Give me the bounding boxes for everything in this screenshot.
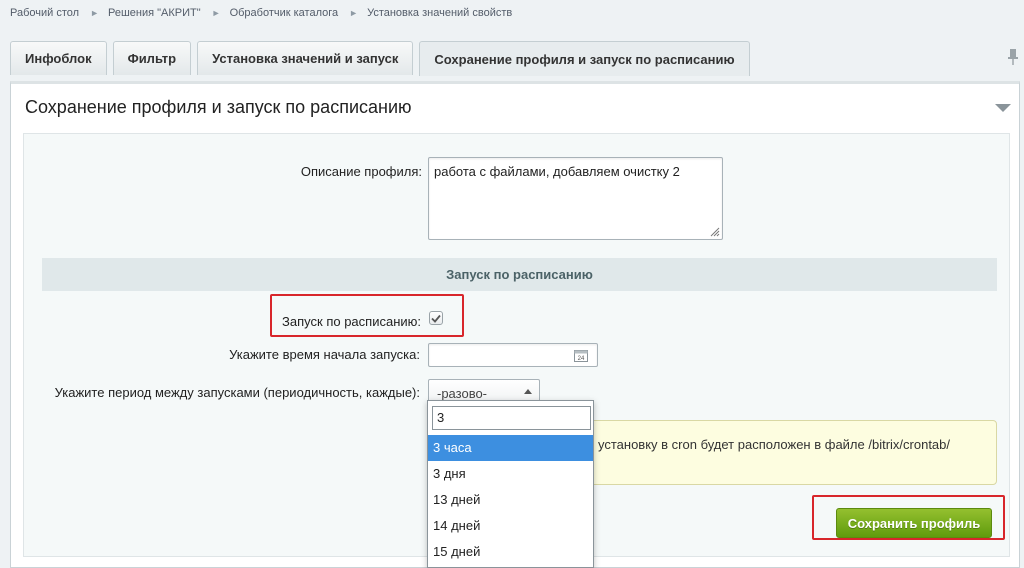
dropdown-search-input[interactable]: 3: [432, 406, 591, 430]
schedule-label: Запуск по расписанию:: [282, 314, 421, 329]
tab-filter[interactable]: Фильтр: [112, 41, 192, 75]
chevron-right-icon: ►: [211, 8, 221, 18]
panel-title: Сохранение профиля и запуск по расписани…: [25, 97, 412, 117]
period-dropdown: 3 3 часа 3 дня 13 дней 14 дней 15 дней: [427, 400, 594, 568]
tab-set-values-and-run[interactable]: Установка значений и запуск: [197, 41, 414, 75]
dropdown-option[interactable]: 15 дней: [428, 539, 593, 565]
tab-bar: Инфоблок Фильтр Установка значений и зап…: [10, 41, 756, 76]
dropdown-option[interactable]: 14 дней: [428, 513, 593, 539]
breadcrumb-item-akrit[interactable]: Решения "АКРИТ": [108, 7, 201, 19]
breadcrumb-item-set-property-values[interactable]: Установка значений свойств: [367, 7, 512, 19]
calendar-icon[interactable]: 24: [574, 349, 588, 362]
svg-text:24: 24: [578, 356, 585, 362]
tab-save-profile-schedule[interactable]: Сохранение профиля и запуск по расписани…: [419, 41, 750, 76]
dropdown-option[interactable]: 3 часа: [428, 435, 593, 461]
pin-icon[interactable]: [1006, 48, 1020, 66]
tab-infoblock[interactable]: Инфоблок: [10, 41, 107, 75]
cron-notice-text: установку в cron будет расположен в файл…: [598, 437, 951, 452]
description-value: работа с файлами, добавляем очистку 2: [434, 164, 680, 179]
checkmark-icon: [431, 314, 441, 323]
resize-grip-icon[interactable]: [710, 227, 720, 237]
breadcrumb-item-desktop[interactable]: Рабочий стол: [10, 7, 79, 19]
description-textarea[interactable]: работа с файлами, добавляем очистку 2: [428, 157, 723, 240]
period-select-value: -разово-: [437, 386, 488, 401]
collapse-arrow-icon[interactable]: [995, 104, 1011, 112]
breadcrumb-item-catalog-handler[interactable]: Обработчик каталога: [230, 7, 339, 19]
dropdown-option[interactable]: 3 дня: [428, 461, 593, 487]
chevron-right-icon: ►: [90, 8, 99, 18]
chevron-right-icon: ►: [349, 8, 359, 18]
dropdown-option[interactable]: 13 дней: [428, 487, 593, 513]
schedule-checkbox[interactable]: [429, 311, 443, 325]
start-time-label: Укажите время начала запуска:: [229, 347, 420, 362]
caret-up-icon: [524, 389, 532, 394]
period-label: Укажите период между запусками (периодич…: [54, 385, 420, 400]
start-time-input[interactable]: 24: [428, 343, 598, 367]
description-label: Описание профиля:: [300, 164, 422, 179]
dropdown-options-list: 3 часа 3 дня 13 дней 14 дней 15 дней: [428, 435, 593, 565]
save-profile-button[interactable]: Сохранить профиль: [836, 508, 992, 538]
breadcrumb: Рабочий стол ► Решения "АКРИТ" ► Обработ…: [10, 5, 512, 21]
section-header-schedule: Запуск по расписанию: [42, 258, 997, 291]
